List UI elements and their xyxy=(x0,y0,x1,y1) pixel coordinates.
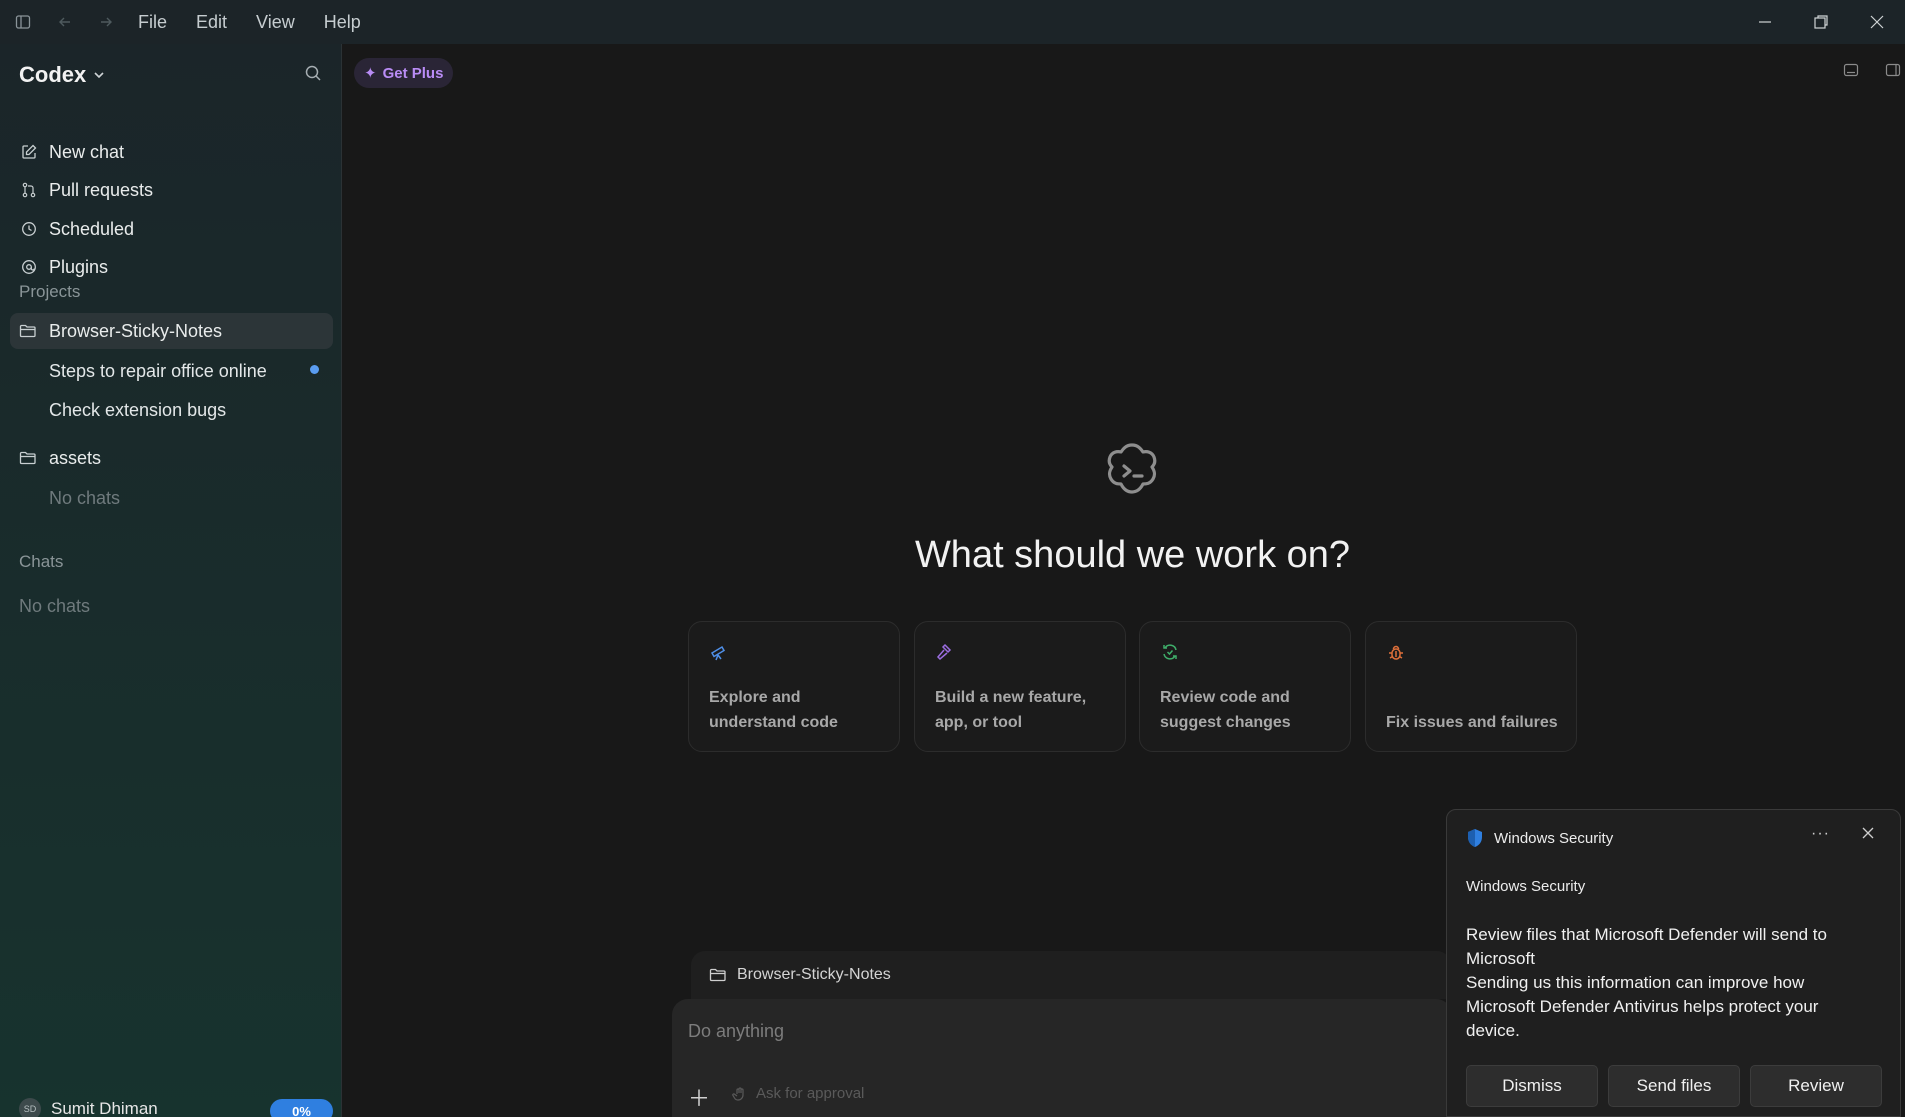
get-plus-button[interactable]: ✦ Get Plus xyxy=(354,58,454,88)
prompt-input[interactable]: Do anything xyxy=(688,1021,784,1042)
side-panel-toggle-icon[interactable] xyxy=(1885,62,1901,78)
nav-scheduled[interactable]: Scheduled xyxy=(19,214,134,244)
empty-chats-text: No chats xyxy=(19,596,91,616)
review-button[interactable]: Review xyxy=(1750,1065,1882,1107)
composer: Do anything ＋ Ask for approval xyxy=(672,999,1452,1117)
compose-icon xyxy=(19,142,39,162)
toast-title: Review files that Microsoft Defender wil… xyxy=(1466,925,1827,968)
card-label: Fix issues and failures xyxy=(1386,714,1558,731)
hand-icon xyxy=(732,1086,744,1101)
unread-dot xyxy=(310,365,319,374)
chevron-down-icon xyxy=(94,72,104,79)
brand-label: Codex xyxy=(19,62,87,87)
page-title: What should we work on? xyxy=(914,534,1351,576)
chat-item[interactable]: Check extension bugs xyxy=(49,400,226,421)
search-icon[interactable] xyxy=(304,64,322,87)
folder-icon xyxy=(19,450,39,466)
suggestion-card-build[interactable]: Build a new feature, app, or tool xyxy=(914,621,1126,752)
sparkle-icon: ✦ xyxy=(364,65,377,82)
nav-label: Pull requests xyxy=(49,179,154,200)
nav-label: Scheduled xyxy=(49,218,135,239)
card-label: Explore and understand code xyxy=(709,689,838,731)
sidebar-toggle-icon[interactable] xyxy=(13,12,33,32)
composer-project-name: Browser-Sticky-Notes xyxy=(737,966,891,983)
menu-edit[interactable]: Edit xyxy=(196,12,227,33)
pull-request-icon xyxy=(19,180,39,200)
minimize-icon[interactable] xyxy=(1737,0,1793,44)
suggestion-card-fix[interactable]: Fix issues and failures xyxy=(1365,621,1577,752)
toast-actions: Dismiss Send files Review xyxy=(1466,1065,1892,1107)
user-profile[interactable]: SD Sumit Dhiman xyxy=(19,1098,158,1117)
bug-icon xyxy=(1386,642,1406,667)
toast-app-name: Windows Security xyxy=(1466,878,1586,895)
menu-bar: File Edit View Help xyxy=(138,12,390,33)
clock-icon xyxy=(19,219,39,239)
nav-plugins[interactable]: Plugins xyxy=(19,252,108,282)
chat-item[interactable]: Steps to repair office online xyxy=(49,361,267,382)
menu-view[interactable]: View xyxy=(256,12,295,33)
projects-heading: Projects xyxy=(19,282,81,301)
suggestion-card-explore[interactable]: Explore and understand code xyxy=(688,621,900,752)
card-label: Review code and suggest changes xyxy=(1160,689,1291,731)
sidebar: Codex New chat Pull requests Scheduled P… xyxy=(0,44,342,1117)
toast-body: Sending us this information can improve … xyxy=(1466,973,1819,1040)
approval-mode-selector[interactable]: Ask for approval xyxy=(732,1085,864,1102)
folder-icon xyxy=(19,323,39,339)
toast-source: Windows Security xyxy=(1494,829,1614,847)
toast-header: Windows Security xyxy=(1466,828,1613,848)
nav-label: New chat xyxy=(49,141,125,162)
forward-arrow-icon[interactable] xyxy=(96,12,116,32)
card-label: Build a new feature, app, or tool xyxy=(935,689,1087,731)
nav-pull-requests[interactable]: Pull requests xyxy=(19,175,153,205)
plus-icon[interactable]: ＋ xyxy=(688,1081,710,1113)
restore-icon[interactable] xyxy=(1793,0,1849,44)
windows-security-notification: Windows Security ··· Windows Security Re… xyxy=(1446,809,1901,1117)
refresh-check-icon xyxy=(1160,642,1180,667)
avatar: SD xyxy=(19,1098,41,1117)
get-plus-label: Get Plus xyxy=(382,64,444,82)
close-window-icon[interactable] xyxy=(1849,0,1905,44)
project-browser-sticky-notes[interactable]: Browser-Sticky-Notes xyxy=(10,313,333,349)
empty-chats-text: No chats xyxy=(49,488,121,508)
title-bar: File Edit View Help xyxy=(0,0,1905,44)
folder-icon xyxy=(709,968,726,982)
toast-message: Review files that Microsoft Defender wil… xyxy=(1466,923,1866,1043)
menu-help[interactable]: Help xyxy=(324,12,361,33)
hammer-icon xyxy=(935,642,955,667)
composer-project-selector[interactable]: Browser-Sticky-Notes xyxy=(691,951,1451,999)
menu-file[interactable]: File xyxy=(138,12,167,33)
approval-label: Ask for approval xyxy=(756,1085,865,1102)
nav-label: Plugins xyxy=(49,256,109,277)
telescope-icon xyxy=(709,642,729,667)
close-icon[interactable] xyxy=(1861,826,1875,845)
user-name: Sumit Dhiman xyxy=(51,1099,158,1117)
suggestion-card-review[interactable]: Review code and suggest changes xyxy=(1139,621,1351,752)
dismiss-button[interactable]: Dismiss xyxy=(1466,1065,1598,1107)
send-files-button[interactable]: Send files xyxy=(1608,1065,1740,1107)
window-controls xyxy=(1737,0,1905,44)
shield-icon xyxy=(1468,829,1482,847)
workspace-switcher[interactable]: Codex xyxy=(19,62,106,88)
project-assets[interactable]: assets xyxy=(10,440,333,476)
more-options-icon[interactable]: ··· xyxy=(1811,825,1830,843)
back-arrow-icon[interactable] xyxy=(55,12,75,32)
usage-badge[interactable]: 0% xyxy=(270,1099,333,1117)
terminal-toggle-icon[interactable] xyxy=(1843,62,1859,78)
project-name: Browser-Sticky-Notes xyxy=(49,320,223,341)
nav-new-chat[interactable]: New chat xyxy=(19,137,124,167)
plugin-icon xyxy=(19,257,39,277)
project-name: assets xyxy=(49,447,102,468)
codex-logo-icon xyxy=(1100,439,1164,508)
